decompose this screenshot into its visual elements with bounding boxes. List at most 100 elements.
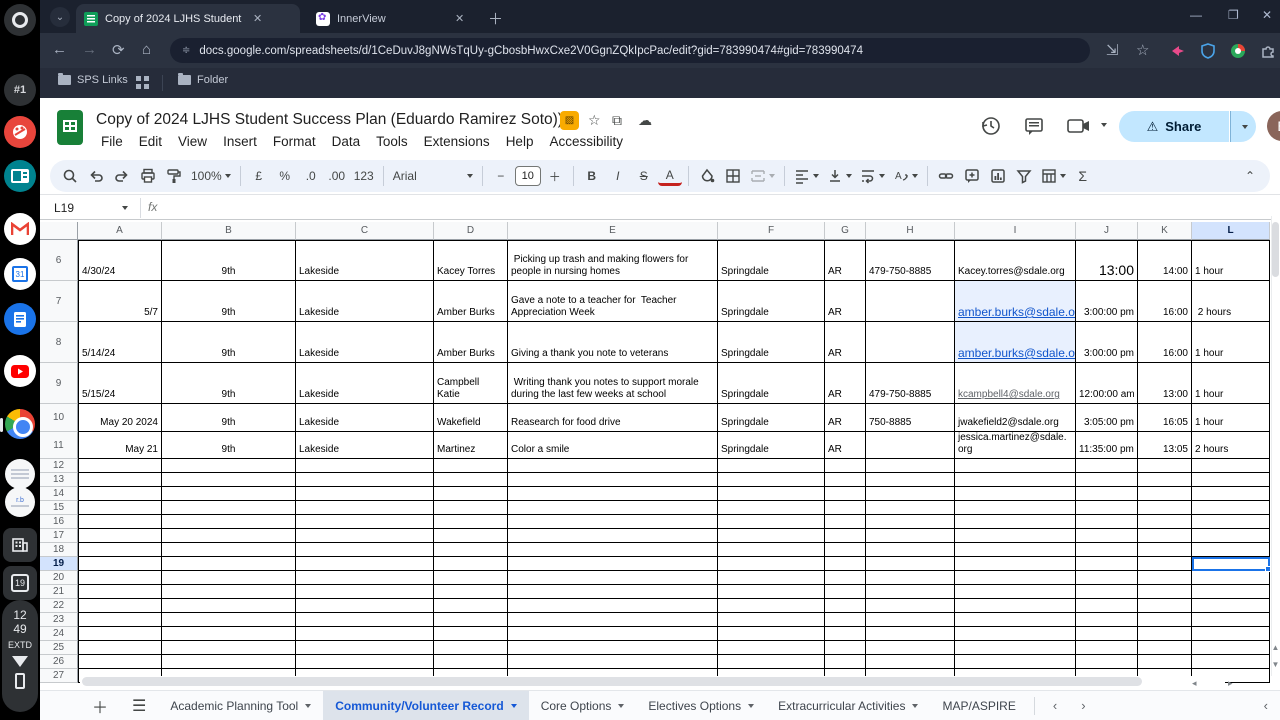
cell-I25[interactable]: [955, 641, 1076, 655]
cell-D12[interactable]: [434, 459, 508, 473]
cell-C7[interactable]: Lakeside: [296, 281, 434, 322]
cell-C16[interactable]: [296, 515, 434, 529]
cell-I7[interactable]: amber.burks@sdale.org: [955, 281, 1076, 322]
cell-F22[interactable]: [718, 599, 825, 613]
extension-green-icon[interactable]: [1230, 43, 1246, 59]
decrease-decimals-button[interactable]: .0: [299, 164, 323, 188]
sheet-tab-2[interactable]: Community/Volunteer Record: [323, 691, 528, 720]
row-header-22[interactable]: 22: [40, 599, 78, 613]
cell-D22[interactable]: [434, 599, 508, 613]
cell-G15[interactable]: [825, 501, 866, 515]
cell-E9[interactable]: Writing thank you notes to support moral…: [508, 363, 718, 404]
cell-G16[interactable]: [825, 515, 866, 529]
cell-E25[interactable]: [508, 641, 718, 655]
cell-C9[interactable]: Lakeside: [296, 363, 434, 404]
art-app-icon[interactable]: [4, 116, 36, 148]
menu-help[interactable]: Help: [499, 132, 541, 154]
cell-J19[interactable]: [1076, 557, 1138, 571]
cell-G8[interactable]: AR: [825, 322, 866, 363]
currency-format-button[interactable]: £: [247, 164, 271, 188]
browser-tab-innerview[interactable]: InnerView ✕: [308, 4, 478, 33]
side-panel-collapse-icon[interactable]: ‹: [1264, 698, 1268, 713]
cell-K22[interactable]: [1138, 599, 1192, 613]
cell-E6[interactable]: Picking up trash and making flowers for …: [508, 240, 718, 281]
cell-C21[interactable]: [296, 585, 434, 599]
cell-I10[interactable]: jwakefield2@sdale.org: [955, 404, 1076, 432]
cell-K25[interactable]: [1138, 641, 1192, 655]
cell-B22[interactable]: [162, 599, 296, 613]
news-app-icon[interactable]: [4, 160, 36, 192]
insert-chart-icon[interactable]: [986, 164, 1010, 188]
cell-D15[interactable]: [434, 501, 508, 515]
cell-D25[interactable]: [434, 641, 508, 655]
cell-A13[interactable]: [78, 473, 162, 487]
column-header-G[interactable]: G: [825, 222, 866, 240]
new-tab-button[interactable]: ＋: [488, 8, 503, 29]
sheet-tab-menu-caret[interactable]: [511, 704, 517, 708]
menu-data[interactable]: Data: [325, 132, 368, 154]
cell-B8[interactable]: 9th: [162, 322, 296, 363]
row-header-13[interactable]: 13: [40, 473, 78, 487]
cell-E17[interactable]: [508, 529, 718, 543]
cell-L25[interactable]: [1192, 641, 1270, 655]
cell-F15[interactable]: [718, 501, 825, 515]
cell-B11[interactable]: 9th: [162, 432, 296, 459]
cell-J13[interactable]: [1076, 473, 1138, 487]
add-sheet-icon[interactable]: ＋: [80, 694, 120, 718]
column-header-H[interactable]: H: [866, 222, 955, 240]
cell-C15[interactable]: [296, 501, 434, 515]
bookmark-star-icon[interactable]: ☆: [1136, 41, 1149, 59]
cell-A24[interactable]: [78, 627, 162, 641]
menu-format[interactable]: Format: [266, 132, 323, 154]
cell-E15[interactable]: [508, 501, 718, 515]
grid-corner[interactable]: [40, 222, 78, 240]
column-header-L[interactable]: L: [1192, 222, 1270, 240]
cell-K11[interactable]: 13:05: [1138, 432, 1192, 459]
cell-I9[interactable]: kcampbell4@sdale.org: [955, 363, 1076, 404]
row-header-25[interactable]: 25: [40, 641, 78, 655]
sheet-nav-next-icon[interactable]: ›: [1069, 698, 1097, 713]
sheet-tab-4[interactable]: Electives Options: [636, 691, 766, 720]
increase-decimals-button[interactable]: .00: [325, 164, 349, 188]
row-header-14[interactable]: 14: [40, 487, 78, 501]
pinned-badge[interactable]: #1: [4, 74, 36, 106]
cell-I23[interactable]: [955, 613, 1076, 627]
comments-icon[interactable]: [1023, 115, 1045, 142]
cell-D20[interactable]: [434, 571, 508, 585]
cell-K6[interactable]: 14:00: [1138, 240, 1192, 281]
cell-J10[interactable]: 3:05:00 pm: [1076, 404, 1138, 432]
horizontal-scrollbar-thumb[interactable]: [82, 677, 1142, 686]
cell-E14[interactable]: [508, 487, 718, 501]
cell-L9[interactable]: 1 hour: [1192, 363, 1270, 404]
cell-D23[interactable]: [434, 613, 508, 627]
strikethrough-button[interactable]: S: [632, 164, 656, 188]
cell-D7[interactable]: Amber Burks: [434, 281, 508, 322]
cell-D17[interactable]: [434, 529, 508, 543]
cell-F18[interactable]: [718, 543, 825, 557]
text-rotation-icon[interactable]: A: [890, 164, 921, 188]
cell-H17[interactable]: [866, 529, 955, 543]
meet-video-icon[interactable]: [1066, 115, 1096, 142]
cell-J7[interactable]: 3:00:00 pm: [1076, 281, 1138, 322]
site-settings-icon[interactable]: ≑: [182, 45, 189, 56]
zoom-select[interactable]: 100%: [188, 164, 234, 188]
cell-B25[interactable]: [162, 641, 296, 655]
scroll-right-arrow[interactable]: ▸: [1228, 678, 1233, 689]
cell-H8[interactable]: [866, 322, 955, 363]
cell-L17[interactable]: [1192, 529, 1270, 543]
cell-E8[interactable]: Giving a thank you note to veterans: [508, 322, 718, 363]
cell-D13[interactable]: [434, 473, 508, 487]
cell-D6[interactable]: Kacey Torres: [434, 240, 508, 281]
cell-J25[interactable]: [1076, 641, 1138, 655]
cell-L21[interactable]: [1192, 585, 1270, 599]
cell-K20[interactable]: [1138, 571, 1192, 585]
cell-C10[interactable]: Lakeside: [296, 404, 434, 432]
tab-close-icon[interactable]: ✕: [455, 12, 464, 25]
cell-F24[interactable]: [718, 627, 825, 641]
cell-L19[interactable]: [1192, 557, 1270, 571]
cell-F8[interactable]: Springdale: [718, 322, 825, 363]
cell-D16[interactable]: [434, 515, 508, 529]
cell-J17[interactable]: [1076, 529, 1138, 543]
cell-J16[interactable]: [1076, 515, 1138, 529]
cell-A20[interactable]: [78, 571, 162, 585]
